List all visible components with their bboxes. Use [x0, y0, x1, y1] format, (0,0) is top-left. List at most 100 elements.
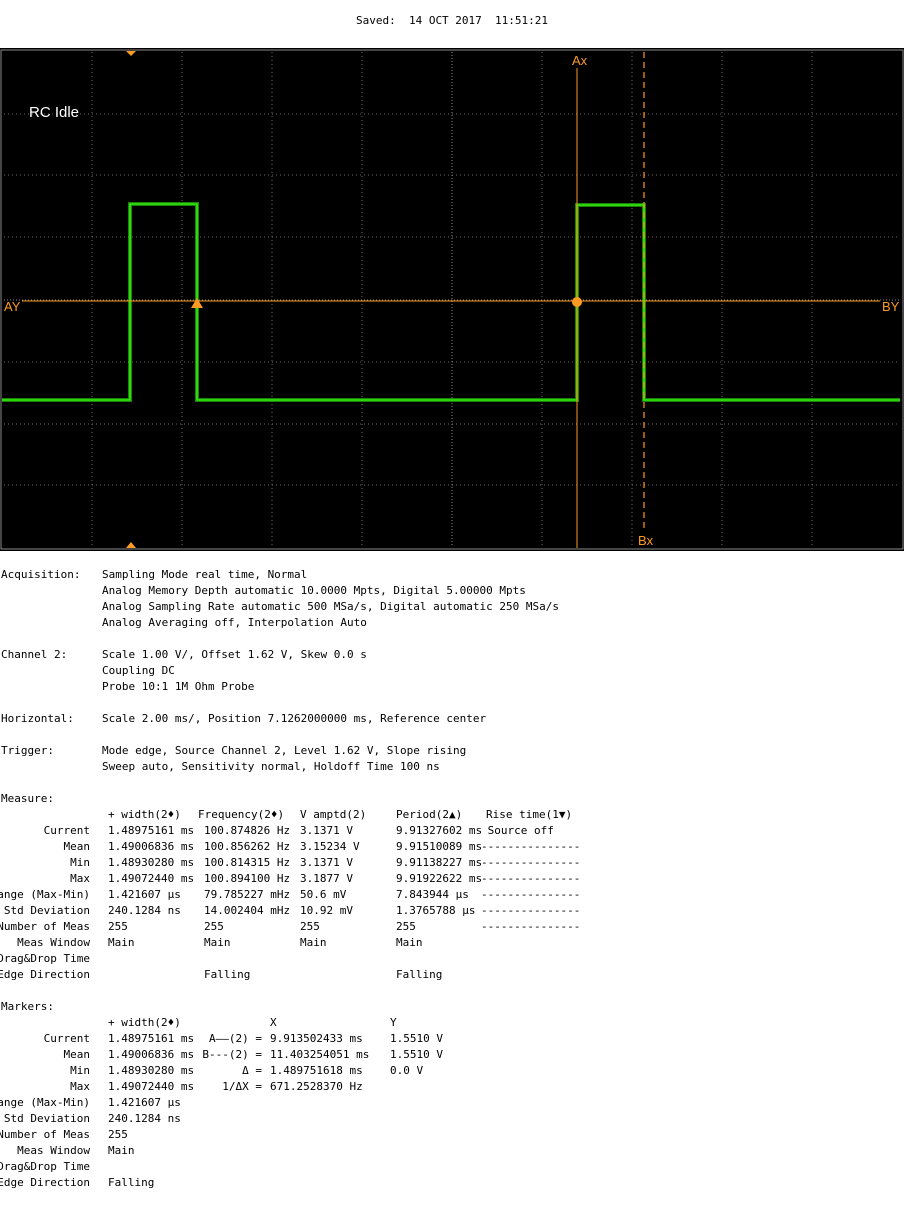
- measure-column-header: Frequency(2♦): [198, 808, 285, 821]
- measure-cell: 1.49006836 ms: [108, 840, 195, 853]
- acquisition-line: Analog Memory Depth automatic 10.0000 Mp…: [102, 584, 526, 597]
- measure-cell: 7.843944 µs: [396, 888, 469, 901]
- measure-cell: Falling: [396, 968, 443, 981]
- marker-row-label: Std Deviation: [3, 1112, 90, 1125]
- acquisition-heading: Acquisition:: [1, 568, 81, 581]
- measure-row-label: Meas Window: [17, 936, 90, 949]
- marker-a-point-icon: [572, 297, 582, 307]
- marker-row-label: Current: [43, 1032, 90, 1045]
- marker-row-label: Drag&Drop Time: [0, 1160, 90, 1173]
- marker-name-cell: B---(2) =: [202, 1048, 262, 1061]
- marker-bx-label: Bx: [638, 533, 654, 548]
- measure-row-label: Range (Max-Min): [0, 888, 90, 901]
- measure-column-header: + width(2♦): [108, 808, 181, 821]
- measure-row-label: Current: [43, 824, 90, 837]
- measure-cell: Falling: [204, 968, 251, 981]
- measure-cell: ---------------: [481, 840, 581, 853]
- marker-ay-label: AY: [4, 299, 21, 314]
- marker-width-cell: Main: [108, 1144, 135, 1157]
- measure-cell: 100.894100 Hz: [204, 872, 291, 885]
- markers-column-header: + width(2♦): [108, 1016, 181, 1029]
- acquisition-line: Analog Averaging off, Interpolation Auto: [102, 616, 367, 629]
- horizontal-line: Scale 2.00 ms/, Position 7.1262000000 ms…: [102, 712, 487, 725]
- trigger-heading: Trigger:: [1, 744, 54, 757]
- screen-annotation-label: RC Idle: [29, 104, 79, 121]
- measure-cell: ---------------: [481, 888, 581, 901]
- marker-row-label: Min: [70, 1064, 90, 1077]
- horizontal-heading: Horizontal:: [1, 712, 74, 725]
- marker-row-label: Range (Max-Min): [0, 1096, 90, 1109]
- acquisition-line: Sampling Mode real time, Normal: [102, 568, 308, 581]
- measure-cell: ---------------: [481, 904, 581, 917]
- measure-cell: 1.48930280 ms: [108, 856, 195, 869]
- measure-row-label: Min: [70, 856, 90, 869]
- channel-2-line: Coupling DC: [102, 664, 175, 677]
- measure-cell: 3.1371 V: [300, 856, 353, 869]
- marker-width-cell: Falling: [108, 1176, 155, 1189]
- measure-cell: 1.48975161 ms: [108, 824, 195, 837]
- marker-width-cell: 255: [108, 1128, 128, 1141]
- measure-row-label: Mean: [63, 840, 91, 853]
- measure-cell: Main: [108, 936, 135, 949]
- measure-column-header: V amptd(2): [300, 808, 367, 821]
- trigger-line: Mode edge, Source Channel 2, Level 1.62 …: [102, 744, 467, 757]
- measure-heading: Measure:: [1, 792, 54, 805]
- measure-cell: 1.421607 µs: [108, 888, 181, 901]
- measure-cell: 9.91327602 ms: [396, 824, 483, 837]
- marker-name-cell: 1/ΔX =: [222, 1080, 262, 1093]
- marker-width-cell: 240.1284 ns: [108, 1112, 181, 1125]
- measure-cell: Source off: [481, 824, 554, 837]
- marker-x-cell: 1.489751618 ms: [270, 1064, 363, 1077]
- measure-cell: Main: [204, 936, 231, 949]
- measure-row-label: Number of Meas: [0, 920, 90, 933]
- marker-row-label: Max: [70, 1080, 90, 1093]
- measure-cell: 9.91510089 ms: [396, 840, 483, 853]
- measure-cell: 100.874826 Hz: [204, 824, 291, 837]
- marker-by-label: BY: [882, 299, 900, 314]
- measure-cell: 240.1284 ns: [108, 904, 181, 917]
- marker-row-label: Edge Direction: [0, 1176, 90, 1189]
- measure-cell: 3.1877 V: [300, 872, 353, 885]
- measure-cell: 50.6 mV: [300, 888, 347, 901]
- measure-cell: 79.785227 mHz: [204, 888, 291, 901]
- measure-cell: 3.15234 V: [300, 840, 360, 853]
- marker-y-cell: 1.5510 V: [390, 1032, 443, 1045]
- measure-cell: 14.002404 mHz: [204, 904, 291, 917]
- measure-cell: 1.49072440 ms: [108, 872, 195, 885]
- measure-cell: Main: [396, 936, 423, 949]
- measure-cell: 100.856262 Hz: [204, 840, 291, 853]
- channel-2-line: Probe 10:1 1M Ohm Probe: [102, 680, 255, 693]
- measure-cell: ---------------: [481, 872, 581, 885]
- measure-column-header: Rise time(1▼): [486, 808, 573, 821]
- measure-cell: 255: [300, 920, 320, 933]
- marker-width-cell: 1.421607 µs: [108, 1096, 181, 1109]
- measure-cell: ---------------: [481, 920, 581, 933]
- marker-name-cell: Δ =: [242, 1064, 262, 1077]
- trigger-line: Sweep auto, Sensitivity normal, Holdoff …: [102, 760, 440, 773]
- marker-x-cell: 11.403254051 ms: [270, 1048, 370, 1061]
- measure-cell: Main: [300, 936, 327, 949]
- marker-x-cell: 9.913502433 ms: [270, 1032, 363, 1045]
- measure-cell: 100.814315 Hz: [204, 856, 291, 869]
- marker-y-cell: 1.5510 V: [390, 1048, 443, 1061]
- measure-cell: 3.1371 V: [300, 824, 353, 837]
- channel-2-heading: Channel 2:: [1, 648, 68, 661]
- measure-column-header: Period(2▲): [396, 808, 463, 821]
- marker-row-label: Mean: [63, 1048, 91, 1061]
- marker-ax-label: Ax: [572, 53, 588, 68]
- measure-cell: ---------------: [481, 856, 581, 869]
- markers-heading: Markers:: [1, 1000, 54, 1013]
- marker-row-label: Number of Meas: [0, 1128, 90, 1141]
- markers-column-header: Y: [390, 1016, 397, 1029]
- measure-row-label: Max: [70, 872, 90, 885]
- oscilloscope-display[interactable]: Ax Bx AY BY RC Idle: [0, 48, 904, 551]
- acquisition-line: Analog Sampling Rate automatic 500 MSa/s…: [102, 600, 559, 613]
- marker-name-cell: A——(2) =: [209, 1032, 262, 1045]
- measure-cell: 1.3765788 µs: [396, 904, 476, 917]
- measure-cell: 255: [108, 920, 128, 933]
- measure-cell: 9.91138227 ms: [396, 856, 483, 869]
- measure-cell: 255: [204, 920, 224, 933]
- marker-x-cell: 671.2528370 Hz: [270, 1080, 363, 1093]
- measure-cell: 9.91922622 ms: [396, 872, 483, 885]
- marker-row-label: Meas Window: [17, 1144, 90, 1157]
